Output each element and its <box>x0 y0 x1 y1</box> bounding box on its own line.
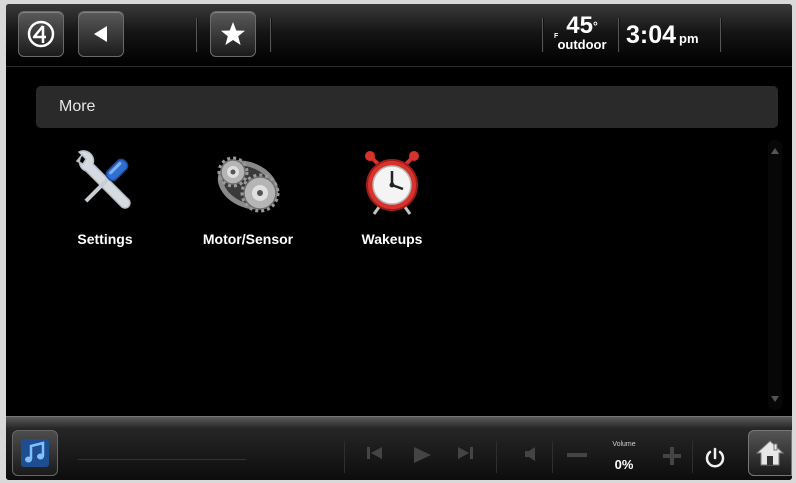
page-title-bar: More <box>36 86 778 128</box>
time-value: 3:04 <box>626 21 677 49</box>
tile-wakeups[interactable]: Wakeups <box>332 147 452 247</box>
tile-motor-sensor[interactable]: Motor/Sensor <box>188 147 308 247</box>
volume-up-button[interactable] <box>662 446 682 466</box>
touchscreen: 45° F outdoor 3:04 pm More Settings Moto… <box>6 4 792 480</box>
wrench-screwdriver-icon <box>75 150 131 209</box>
previous-track-button[interactable] <box>366 446 384 460</box>
skip-previous-icon <box>367 447 382 459</box>
temperature-label: outdoor <box>557 37 607 52</box>
now-playing-track <box>78 459 246 460</box>
divider <box>542 18 543 52</box>
tile-label: Wakeups <box>361 231 423 247</box>
divider <box>344 441 345 473</box>
music-note-icon <box>21 439 49 467</box>
tile-label: Motor/Sensor <box>202 231 294 247</box>
divider <box>720 18 721 52</box>
divider <box>496 441 497 473</box>
media-button[interactable] <box>12 430 58 476</box>
skip-next-icon <box>458 447 473 459</box>
plus-icon <box>663 447 681 465</box>
power-button[interactable] <box>704 447 726 469</box>
volume-label: Volume <box>612 441 636 448</box>
next-track-button[interactable] <box>456 446 474 460</box>
temperature-value: 45 <box>566 12 593 39</box>
tile-label: Settings <box>77 231 133 247</box>
clock: 3:04 pm <box>626 21 699 50</box>
mute-button[interactable] <box>524 446 538 462</box>
favorites-button[interactable] <box>210 11 256 57</box>
outdoor-temperature: 45° F outdoor <box>551 14 613 52</box>
tile-settings[interactable]: Settings <box>45 147 165 247</box>
home-button[interactable] <box>748 430 792 476</box>
divider <box>692 441 693 473</box>
alarm-clock-icon <box>365 151 419 215</box>
page-title: More <box>59 98 96 115</box>
bottom-bar: Volume 0% <box>6 416 792 480</box>
divider <box>552 441 553 473</box>
scroll-up-arrow-icon[interactable] <box>771 148 779 154</box>
temperature-unit: F <box>554 33 559 40</box>
divider <box>270 18 271 52</box>
play-icon <box>414 447 431 463</box>
scroll-down-arrow-icon[interactable] <box>771 396 779 402</box>
top-bar: 45° F outdoor 3:04 pm <box>6 4 792 67</box>
volume-down-button[interactable] <box>566 446 588 464</box>
back-arrow-icon <box>94 26 107 42</box>
power-icon <box>705 447 725 468</box>
control4-logo-icon <box>27 20 55 48</box>
gears-icon <box>217 156 280 213</box>
speaker-mute-icon <box>525 447 535 461</box>
minus-icon <box>567 453 587 457</box>
volume-value: 0% <box>614 457 634 472</box>
scrollbar[interactable] <box>768 140 782 410</box>
back-button[interactable] <box>78 11 124 57</box>
degree-symbol: ° <box>592 19 598 33</box>
star-icon <box>221 22 245 45</box>
home-icon <box>755 440 785 466</box>
divider <box>196 18 197 52</box>
divider <box>618 18 619 52</box>
time-ampm: pm <box>679 31 699 46</box>
control4-logo-button[interactable] <box>18 11 64 57</box>
play-button[interactable] <box>412 446 432 464</box>
